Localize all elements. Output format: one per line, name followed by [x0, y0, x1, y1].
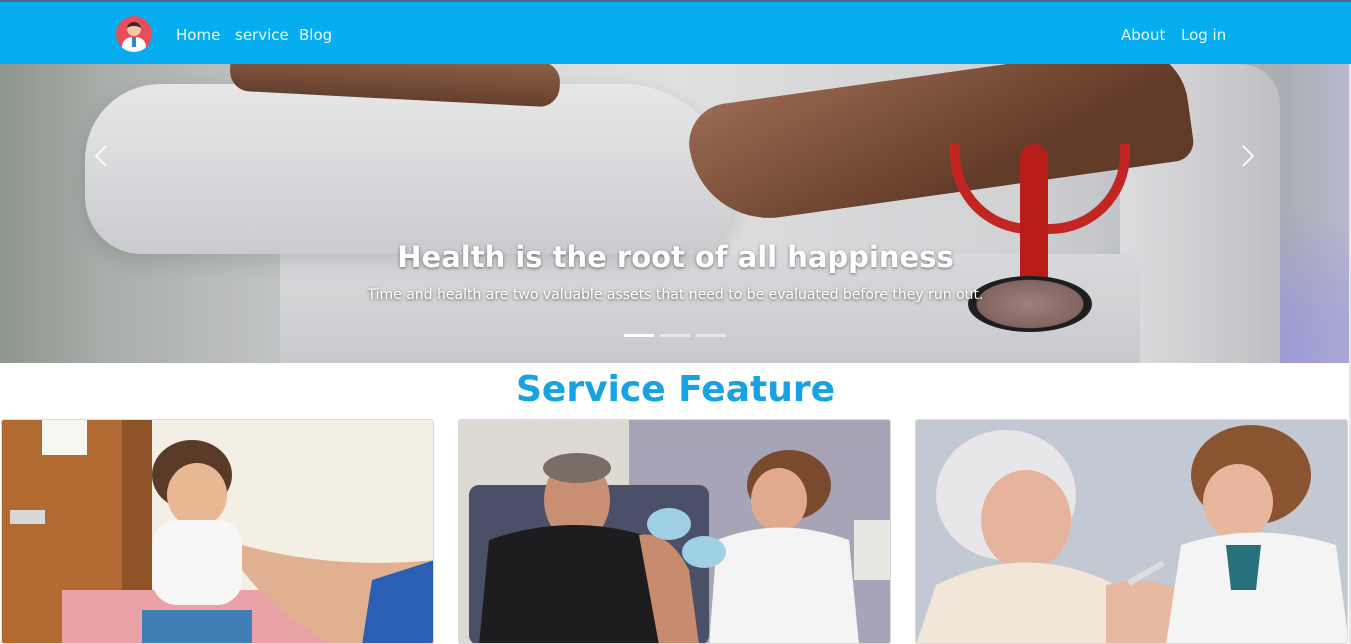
elderly-woman-vaccination-photo — [916, 420, 1347, 643]
child-vaccination-photo — [2, 420, 433, 643]
doctor-avatar-icon[interactable] — [116, 16, 152, 52]
nav-link-login[interactable]: Log in — [1181, 25, 1226, 45]
service-card-1[interactable] — [1, 419, 434, 644]
chevron-left-icon[interactable] — [93, 144, 109, 168]
carousel-indicators — [624, 334, 726, 337]
carousel-indicator-3[interactable] — [696, 334, 726, 337]
hero-carousel: Health is the root of all happiness Time… — [0, 64, 1351, 363]
service-card-2[interactable] — [458, 419, 891, 644]
nav-link-home[interactable]: Home — [176, 25, 220, 45]
navbar: Home service Blog About Log in — [0, 0, 1351, 64]
man-vaccination-photo — [459, 420, 890, 643]
service-feature-title: Service Feature — [515, 369, 836, 410]
nav-link-about[interactable]: About — [1121, 25, 1165, 45]
chevron-right-icon[interactable] — [1240, 144, 1256, 168]
nav-link-service[interactable]: service — [235, 25, 289, 45]
carousel-indicator-2[interactable] — [660, 334, 690, 337]
hero-title: Health is the root of all happiness — [397, 240, 954, 274]
service-card-3[interactable] — [915, 419, 1348, 644]
nav-link-blog[interactable]: Blog — [299, 25, 332, 45]
hero-subtitle: Time and health are two valuable assets … — [367, 287, 984, 303]
carousel-indicator-1[interactable] — [624, 334, 654, 337]
